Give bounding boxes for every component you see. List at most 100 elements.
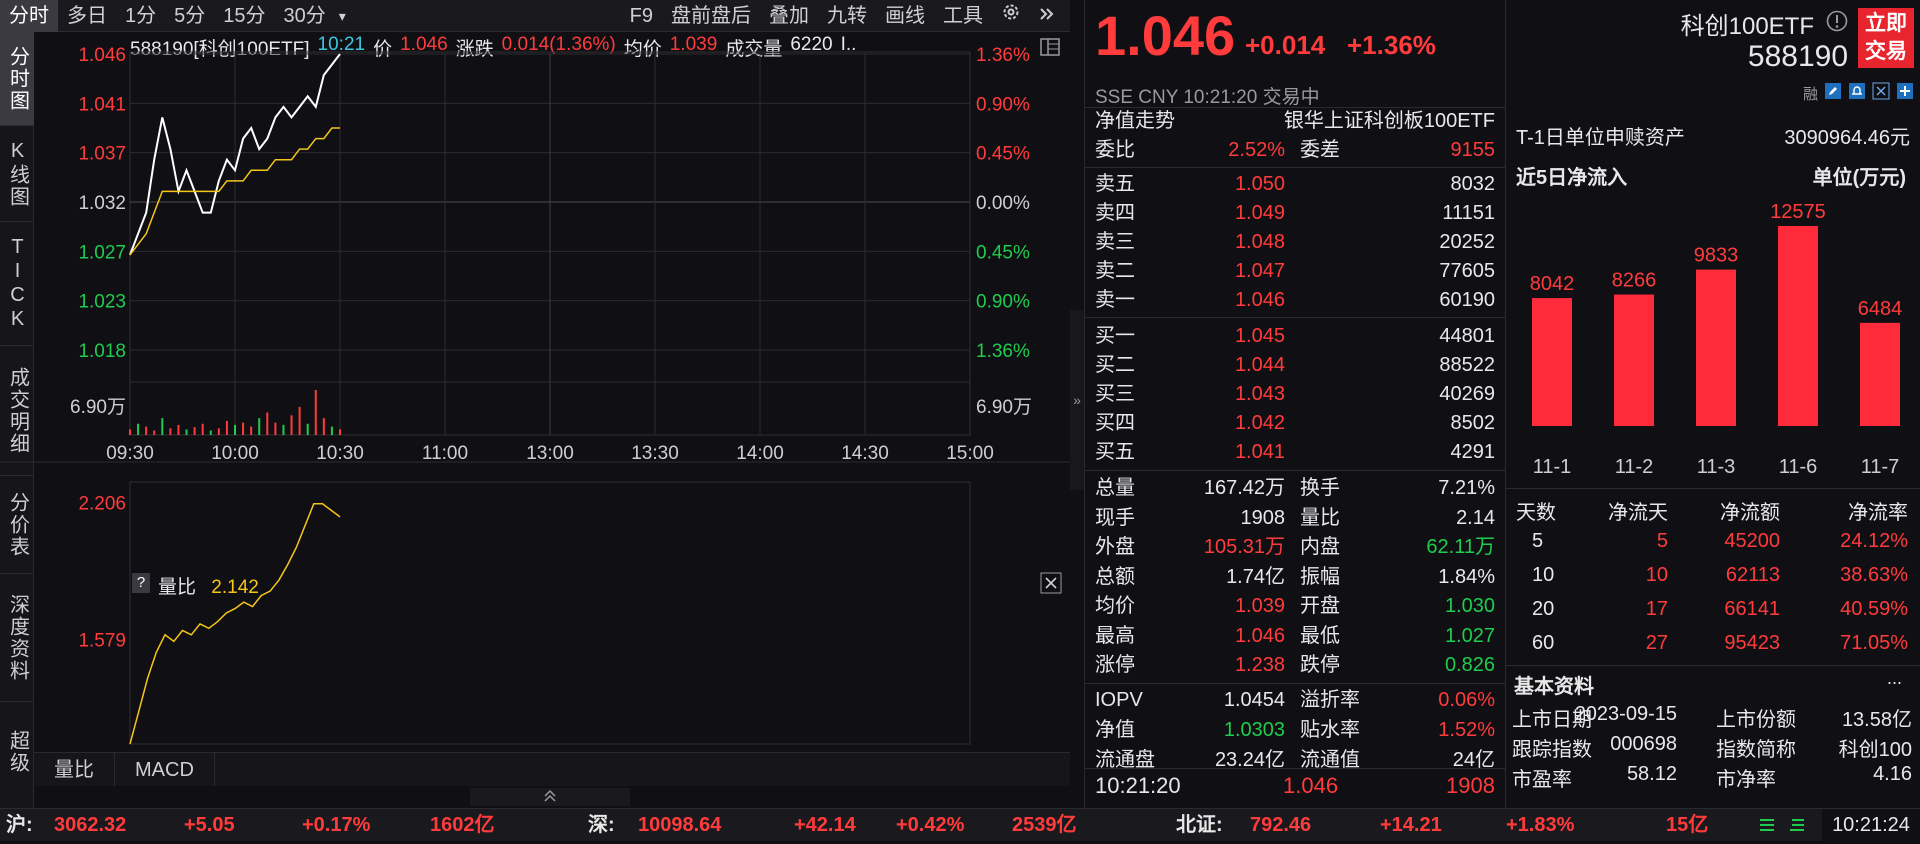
ask-row[interactable]: 卖一 1.046 60190	[1095, 286, 1495, 315]
close-icon[interactable]	[1872, 82, 1890, 105]
bid-row-cell: 买四	[1095, 412, 1135, 434]
expand-up-icon[interactable]	[470, 788, 630, 806]
stat-row-cell: 跌停	[1300, 654, 1340, 676]
flow-table-days: 5	[1532, 530, 1544, 552]
draw-line-button[interactable]: 画线	[876, 0, 934, 32]
trade-now-button[interactable]: 立即交易	[1858, 8, 1914, 68]
period-dropdown-icon[interactable]: ▾	[335, 0, 350, 32]
last-price: 1.046	[1095, 4, 1236, 67]
basic-info-value: 科创100	[1838, 739, 1912, 761]
close-indicator-icon[interactable]	[1040, 572, 1062, 599]
indicator-help-icon[interactable]: ?	[132, 573, 150, 593]
iopv-row[interactable]: 净值 1.0303 贴水率 1.52%	[1095, 716, 1495, 745]
flow-table-header: 净流额	[1720, 502, 1780, 524]
flow-table-cell: 24.12%	[1840, 530, 1908, 552]
flow-table-cell: 5	[1656, 530, 1668, 552]
ask-row[interactable]: 卖五 1.050 8032	[1095, 170, 1495, 199]
bj-index[interactable]: 792.46	[1250, 809, 1311, 841]
iopv-row[interactable]: IOPV 1.0454 溢折率 0.06%	[1095, 686, 1495, 715]
tab-macd[interactable]: MACD	[115, 753, 215, 786]
tab-30min[interactable]: 30分	[275, 0, 335, 32]
bid-row[interactable]: 买二 1.044 88522	[1095, 351, 1495, 380]
info-icon[interactable]	[1826, 10, 1848, 37]
tab-volume-ratio[interactable]: 量比	[34, 753, 115, 786]
margin-icon[interactable]: 融	[1803, 83, 1818, 104]
tab-1min[interactable]: 1分	[116, 0, 165, 32]
inflow-value: 8042	[1530, 273, 1575, 295]
flow-table-cell: 40.59%	[1840, 598, 1908, 620]
y-tick-right: 1.36%	[976, 341, 1030, 362]
inflow-value: 12575	[1770, 201, 1826, 223]
expand-side-icon[interactable]: »	[1070, 310, 1084, 490]
stat-row[interactable]: 总量 167.42万 换手 7.21%	[1095, 474, 1495, 503]
timeshare-chart[interactable]: 1.046 1.36% 1.041 0.90% 1.037 0.45% 1.032 0.00%…	[0, 32, 1070, 752]
bid-row[interactable]: 买三 1.043 40269	[1095, 380, 1495, 409]
iopv-row-cell: 1.52%	[1438, 718, 1495, 741]
nav-trend-link[interactable]: 净值走势	[1095, 107, 1175, 136]
last-tick-price: 1.046	[1283, 773, 1339, 798]
f9-button[interactable]: F9	[621, 0, 662, 32]
last-tick-row: 10:21:20 1.046 1908	[1095, 771, 1495, 800]
edit-icon[interactable]	[1824, 82, 1842, 105]
bid-row[interactable]: 买一 1.045 44801	[1095, 322, 1495, 351]
nine-turn-button[interactable]: 九转	[818, 0, 876, 32]
flow-table-header: 净流率	[1848, 502, 1908, 524]
stat-row-cell: 现手	[1095, 506, 1135, 529]
net-inflow-chart: 8042 11-1 8266 11-2 9833 11-3 12575 11-6 6484 11-…	[1530, 201, 1903, 478]
fund-full-name: 银华上证科创板100ETF	[1283, 110, 1495, 132]
list-icon[interactable]	[1758, 809, 1776, 844]
ask-row[interactable]: 卖四 1.049 11151	[1095, 199, 1495, 228]
inflow-date: 11-3	[1697, 456, 1736, 478]
tab-multiday[interactable]: 多日	[58, 0, 116, 32]
collapse-right-icon[interactable]	[1030, 0, 1064, 32]
order-ratio-value: 2.52%	[1228, 139, 1285, 161]
tab-timeshare[interactable]: 分时	[0, 0, 58, 32]
stat-row[interactable]: 总额 1.74亿 振幅 1.84%	[1095, 563, 1495, 592]
ask-row[interactable]: 卖二 1.047 77605	[1095, 257, 1495, 286]
alert-icon[interactable]	[1848, 82, 1866, 105]
y-tick-right: 0.90%	[976, 94, 1030, 115]
stat-row-cell: 1.74亿	[1226, 565, 1285, 588]
volume-ratio-header: 量比 2.142	[158, 572, 259, 599]
bid-row[interactable]: 买四 1.042 8502	[1095, 409, 1495, 438]
tab-5min[interactable]: 5分	[165, 0, 214, 32]
sh-index[interactable]: 3062.32	[54, 809, 126, 841]
t1-asset-label: T-1日单位申赎资产	[1516, 127, 1685, 149]
ask-row[interactable]: 卖三 1.048 20252	[1095, 228, 1495, 257]
pre-post-market-button[interactable]: 盘前盘后	[662, 0, 760, 32]
price-change-pct: +1.36%	[1347, 30, 1436, 60]
stat-row[interactable]: 现手 1908 量比 2.14	[1095, 504, 1495, 533]
sz-label: 深:	[588, 814, 615, 836]
sh-pct: +0.17%	[302, 814, 371, 836]
tools-button[interactable]: 工具	[934, 0, 992, 32]
volume-ratio-line	[129, 503, 341, 745]
stat-row-cell: 2.14	[1456, 506, 1495, 529]
bid-row-cell: 买三	[1095, 383, 1135, 405]
ask-row-cell: 60190	[1439, 289, 1495, 311]
x-tick: 10:00	[211, 443, 259, 464]
gear-icon[interactable]	[992, 0, 1030, 32]
iopv-row-cell: 溢折率	[1300, 688, 1360, 711]
y-tick-left: 1.027	[78, 242, 126, 263]
bid-row-cell: 1.042	[1234, 412, 1285, 434]
stat-row[interactable]: 外盘 105.31万 内盘 62.11万	[1095, 533, 1495, 562]
menu-icon[interactable]	[1788, 809, 1806, 844]
stat-row[interactable]: 均价 1.039 开盘 1.030	[1095, 592, 1495, 621]
add-watchlist-icon[interactable]	[1896, 82, 1914, 105]
stat-row-cell: 1.046	[1234, 624, 1285, 647]
bid-row[interactable]: 买五 1.041 4291	[1095, 438, 1495, 467]
stat-row[interactable]: 涨停 1.238 跌停 0.826	[1095, 651, 1495, 680]
volume-tick-right: 6.90万	[976, 397, 1032, 418]
y-tick-right: 0.90%	[976, 292, 1030, 313]
bj-label: 北证:	[1176, 814, 1223, 836]
basic-info-more[interactable]: ...	[1887, 668, 1902, 689]
inflow-value: 8266	[1612, 270, 1657, 292]
iopv-row[interactable]: 流通盘 23.24亿 流通值 24亿	[1095, 746, 1495, 775]
overlay-button[interactable]: 叠加	[760, 0, 818, 32]
tab-15min[interactable]: 15分	[214, 0, 274, 32]
sz-index[interactable]: 10098.64	[638, 809, 721, 841]
sh-change: +5.05	[184, 814, 235, 836]
x-tick: 14:00	[736, 443, 784, 464]
stat-row[interactable]: 最高 1.046 最低 1.027	[1095, 622, 1495, 651]
stat-row-cell: 105.31万	[1203, 536, 1285, 558]
